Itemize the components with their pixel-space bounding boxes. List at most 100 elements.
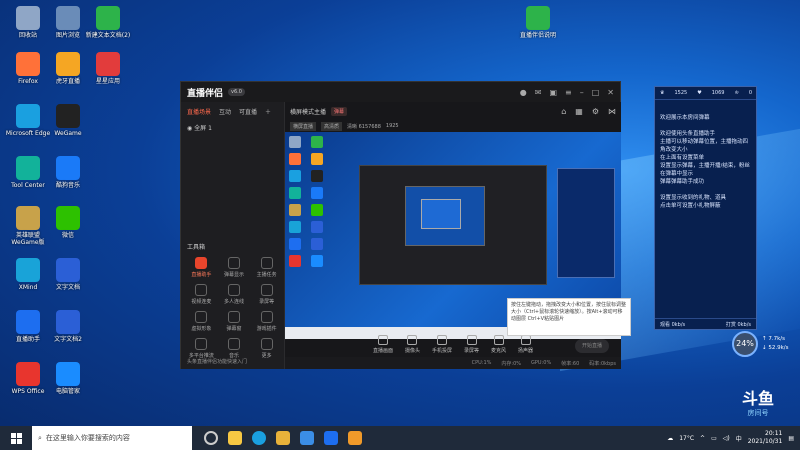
desktop-icon[interactable]: 酷狗音乐 bbox=[45, 156, 91, 189]
tool-icon bbox=[16, 156, 40, 180]
desktop-icon[interactable]: 电脑管家 bbox=[45, 362, 91, 395]
scene-name: 全屏 1 bbox=[194, 125, 212, 132]
desktop-icon[interactable]: 文字文档 bbox=[45, 258, 91, 291]
status-item: 码率:0kbps bbox=[589, 360, 616, 367]
source-button[interactable]: 手机投屏 bbox=[432, 334, 452, 354]
viewer-count: 1925 bbox=[385, 123, 399, 129]
desktop-icon[interactable]: 新建文本文档(2) bbox=[85, 6, 131, 39]
network-icon[interactable]: ▭ bbox=[711, 435, 717, 442]
source-button[interactable]: 直播画面 bbox=[373, 334, 393, 354]
folder-icon[interactable] bbox=[276, 431, 290, 445]
huya-icon bbox=[56, 52, 80, 76]
room-info: 清晰 6157688 bbox=[347, 123, 381, 130]
task-view-icon[interactable] bbox=[204, 431, 218, 445]
source-icon bbox=[493, 334, 504, 345]
weather-icon[interactable]: ☁ bbox=[667, 435, 673, 442]
chat-message: 弹幕弹幕助手成功 bbox=[660, 179, 705, 185]
preview-desktop-icons bbox=[289, 136, 329, 267]
tool-label: 录屏等 bbox=[259, 299, 275, 305]
tool-icon bbox=[195, 338, 208, 350]
tool-item[interactable]: 视频连麦 bbox=[185, 284, 218, 305]
message-icon[interactable]: ✉ bbox=[535, 88, 542, 97]
start-live-button[interactable]: 开始直播 bbox=[575, 339, 609, 353]
tool-icon bbox=[227, 284, 240, 296]
chat-stat-1: 1525 bbox=[674, 90, 688, 96]
menu-icon[interactable]: ≡ bbox=[565, 88, 572, 97]
explorer-icon[interactable] bbox=[228, 431, 242, 445]
tool-label: 弹幕窗 bbox=[226, 326, 242, 332]
tool-item[interactable]: 多平台推流 bbox=[185, 338, 218, 359]
gift-icon[interactable]: ▣ bbox=[549, 88, 557, 97]
maximize-icon[interactable]: □ bbox=[592, 88, 600, 97]
source-label: 扬声器 bbox=[518, 347, 534, 354]
settings-icon[interactable]: ⚙ bbox=[592, 107, 599, 116]
input-lang[interactable]: 中 bbox=[736, 434, 742, 443]
tool-item[interactable]: 弹幕显示 bbox=[218, 257, 251, 278]
wps-icon bbox=[16, 362, 40, 386]
tool-item[interactable]: 主播任务 bbox=[250, 257, 283, 278]
desktop-icon[interactable]: WeGame bbox=[45, 104, 91, 137]
help-link[interactable]: 头条直播伴侣功能快速入门 bbox=[187, 358, 247, 365]
status-bar: CPU:1% 内存:0% GPU:0% 帧率:60 码率:0kbps bbox=[285, 357, 621, 369]
desktop-icon[interactable]: 文字文档2 bbox=[45, 310, 91, 343]
tool-item[interactable]: 多人连线 bbox=[218, 284, 251, 305]
chat-message: 点击单可设置小礼物屏蔽 bbox=[660, 203, 721, 209]
companion-taskbar-icon[interactable] bbox=[348, 431, 362, 445]
tool-item[interactable]: 音乐 bbox=[218, 338, 251, 359]
chat-footer: 观看 0kb/s 打赏 0kb/s bbox=[655, 318, 756, 329]
quality-chip[interactable]: 高清质 bbox=[321, 121, 343, 131]
tool-item[interactable]: 虚拟形象 bbox=[185, 311, 218, 332]
clock-time: 20:11 bbox=[765, 430, 783, 437]
tab-more[interactable]: 可直播 bbox=[239, 107, 257, 116]
desktop-icon-label: 微信 bbox=[61, 232, 74, 239]
minimize-icon[interactable]: – bbox=[580, 88, 584, 97]
lock-icon[interactable]: ⌂ bbox=[561, 107, 566, 116]
tool-item[interactable]: 游戏插件 bbox=[250, 311, 283, 332]
grid-icon[interactable]: ▦ bbox=[575, 107, 583, 116]
tab-live-scene[interactable]: 直播场景 bbox=[187, 107, 211, 116]
tray-arrow-icon[interactable]: ^ bbox=[700, 435, 705, 442]
clock[interactable]: 20:11 2021/10/31 bbox=[748, 430, 783, 446]
temperature[interactable]: 17°C bbox=[679, 435, 694, 442]
close-icon[interactable]: ✕ bbox=[607, 88, 614, 97]
source-button[interactable]: 摄像头 bbox=[404, 334, 420, 354]
volume-icon[interactable]: ◁) bbox=[723, 435, 730, 442]
network-speed-widget[interactable]: 24% ↑ 7.7k/s ↓ 52.9k/s bbox=[732, 331, 798, 359]
recursive-preview-core bbox=[421, 199, 461, 229]
landscape-chip[interactable]: 横屏直播 bbox=[290, 121, 317, 131]
tab-interact[interactable]: 互动 bbox=[219, 107, 231, 116]
scene-tabs: 直播场景 互动 可直播 ＋ bbox=[181, 102, 284, 121]
user-avatar-icon[interactable]: ● bbox=[520, 88, 527, 97]
taskbar-search[interactable]: ⌕ 在这里输入你要搜索的内容 bbox=[32, 426, 192, 450]
add-scene-icon[interactable]: ＋ bbox=[265, 107, 271, 116]
tool-label: 直播助手 bbox=[191, 272, 212, 278]
notification-icon[interactable]: ▤ bbox=[788, 435, 794, 442]
mail-icon[interactable] bbox=[300, 431, 314, 445]
start-button[interactable] bbox=[0, 426, 32, 450]
desktop-icon-label: 星星应用 bbox=[95, 78, 120, 85]
share-icon[interactable]: ⋈ bbox=[608, 107, 616, 116]
desktop-icon[interactable]: 星星应用 bbox=[85, 52, 131, 85]
stream-taskbar-icon[interactable] bbox=[324, 431, 338, 445]
edge-taskbar-icon[interactable] bbox=[252, 431, 266, 445]
danmu-chip[interactable]: 弹幕 bbox=[331, 106, 348, 116]
recycle-bin-icon bbox=[16, 6, 40, 30]
tool-item[interactable]: 直播助手 bbox=[185, 257, 218, 278]
scene-item[interactable]: ◉ 全屏 1 bbox=[181, 121, 284, 134]
recursive-preview bbox=[359, 165, 547, 285]
source-label: 摄像头 bbox=[404, 347, 420, 354]
tool-item[interactable]: 录屏等 bbox=[250, 284, 283, 305]
tool-item[interactable]: 更多 bbox=[250, 338, 283, 359]
eye-icon[interactable]: ◉ bbox=[187, 125, 192, 132]
chat-header: ♛ 1525 ♥ 1069 ♔ 0 bbox=[655, 87, 756, 100]
source-icon bbox=[436, 334, 447, 345]
source-button[interactable]: 录屏等 bbox=[464, 334, 479, 354]
desktop-icon[interactable]: 微信 bbox=[45, 206, 91, 239]
source-icon bbox=[466, 334, 477, 345]
tool-label: 游戏插件 bbox=[256, 326, 277, 332]
source-button[interactable]: 扬声器 bbox=[518, 334, 534, 354]
desktop-icon[interactable]: 直播伴侣说明 bbox=[515, 6, 561, 39]
tool-item[interactable]: 弹幕窗 bbox=[218, 311, 251, 332]
source-button[interactable]: 麦克风 bbox=[491, 334, 506, 354]
photo-app-icon bbox=[56, 6, 80, 30]
